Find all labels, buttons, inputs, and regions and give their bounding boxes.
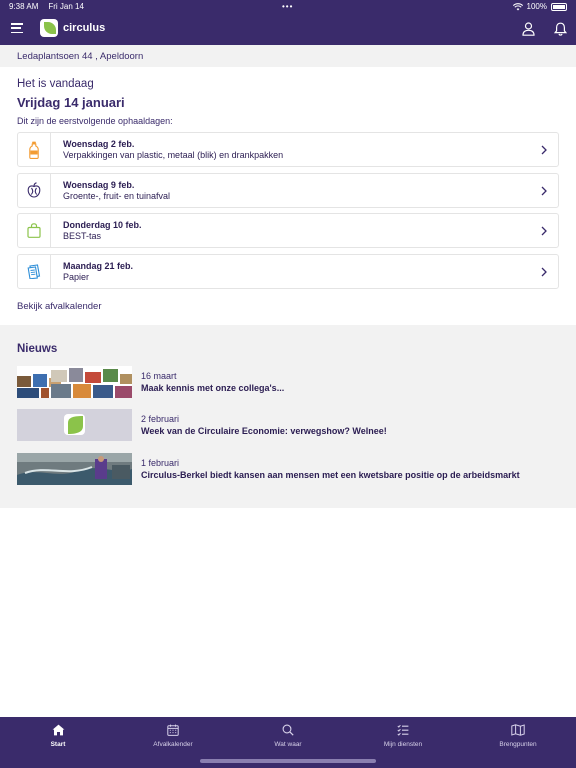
- pickup-card[interactable]: Woensdag 2 feb. Verpakkingen van plastic…: [17, 132, 559, 167]
- chevron-right-icon: [541, 267, 547, 276]
- map-icon: [511, 724, 525, 736]
- tab-start[interactable]: Start: [8, 724, 108, 748]
- battery-icon: [551, 2, 567, 11]
- calendar-icon: [167, 724, 179, 736]
- chevron-right-icon: [541, 145, 547, 155]
- wifi-icon: [512, 2, 523, 10]
- tab-label: Mijn diensten: [383, 741, 423, 748]
- news-item[interactable]: 1 februari Circulus-Berkel biedt kansen …: [17, 453, 557, 485]
- leaf-logo-icon: [40, 19, 58, 37]
- news-date: 1 februari: [141, 458, 180, 468]
- pickup-card[interactable]: Donderdag 10 feb. BEST-tas: [17, 213, 559, 248]
- home-icon: [52, 724, 64, 736]
- news-title: Nieuws: [17, 343, 58, 355]
- next-pickups-label: Dit zijn de eerstvolgende ophaaldagen:: [17, 116, 173, 126]
- tab-label: Afvalkalender: [153, 741, 193, 748]
- pickup-date: Woensdag 2 feb.: [63, 139, 135, 149]
- news-date: 2 februari: [141, 414, 180, 424]
- tab-afvalkalender[interactable]: Afvalkalender: [123, 724, 223, 748]
- status-bar: 9:38 AM Fri Jan 14 ••• 100%: [0, 0, 576, 13]
- apple-core-icon: [27, 182, 41, 198]
- news-thumbnail-workshop: [17, 453, 132, 485]
- checklist-icon: [397, 724, 409, 736]
- news-headline: Week van de Circulaire Economie: verwegs…: [141, 426, 387, 436]
- search-icon: [282, 724, 294, 736]
- news-headline: Maak kennis met onze collega's...: [141, 383, 285, 393]
- battery-percent: 100%: [526, 2, 547, 11]
- news-thumbnail-collage: [17, 366, 132, 398]
- pickup-card[interactable]: Maandag 21 feb. Papier: [17, 253, 559, 289]
- pickup-date: Maandag 21 feb.: [63, 260, 134, 271]
- news-date: 16 maart: [141, 371, 177, 381]
- paper-icon: [27, 263, 41, 279]
- pickup-type: Verpakkingen van plastic, metaal (blik) …: [63, 150, 284, 160]
- view-calendar-link[interactable]: Bekijk afvalkalender: [17, 301, 102, 312]
- news-headline: Circulus-Berkel biedt kansen aan mensen …: [141, 470, 520, 480]
- home-indicator[interactable]: [200, 759, 376, 763]
- pickup-type: BEST-tas: [63, 231, 102, 241]
- today-label: Het is vandaag: [17, 78, 94, 90]
- news-item[interactable]: 2 februari Week van de Circulaire Econom…: [17, 409, 557, 441]
- news-item[interactable]: 16 maart Maak kennis met onze collega's.…: [17, 366, 557, 398]
- pickup-date: Woensdag 9 feb.: [63, 179, 135, 190]
- news-section: Nieuws 16 maart Maak kennis met onze col…: [0, 325, 576, 508]
- circulus-logo: circulus: [40, 19, 105, 37]
- bell-icon[interactable]: [554, 22, 567, 36]
- logo-text: circulus: [63, 22, 106, 34]
- tab-label: Brengpunten: [499, 741, 537, 748]
- bag-icon: [27, 223, 41, 238]
- pickup-card[interactable]: Woensdag 9 feb. Groente-, fruit- en tuin…: [17, 172, 559, 208]
- address-bar[interactable]: Ledaplantsoen 44 , Apeldoorn: [0, 45, 576, 67]
- top-navbar: circulus: [0, 13, 576, 45]
- tab-wat-waar[interactable]: Wat waar: [238, 724, 338, 748]
- pickup-list: Woensdag 2 feb. Verpakkingen van plastic…: [17, 132, 559, 294]
- status-time: 9:38 AM: [9, 2, 39, 11]
- chevron-right-icon: [541, 186, 547, 195]
- address-text: Ledaplantsoen 44 , Apeldoorn: [17, 51, 144, 62]
- multitasking-dots[interactable]: •••: [282, 2, 293, 11]
- bottle-icon: [29, 141, 39, 159]
- tab-mijn-diensten[interactable]: Mijn diensten: [353, 724, 453, 748]
- tab-label: Wat waar: [274, 741, 302, 748]
- tab-label: Start: [50, 741, 66, 748]
- tab-brengpunten[interactable]: Brengpunten: [468, 724, 568, 748]
- today-date: Vrijdag 14 januari: [17, 95, 125, 110]
- status-date: Fri Jan 14: [48, 2, 84, 11]
- pickup-type: Groente-, fruit- en tuinafval: [63, 190, 171, 201]
- user-icon[interactable]: [522, 22, 535, 36]
- chevron-right-icon: [541, 226, 547, 236]
- pickup-type: Papier: [63, 271, 90, 282]
- news-thumbnail-logo: [17, 409, 132, 441]
- menu-icon[interactable]: [11, 23, 23, 34]
- pickup-date: Donderdag 10 feb.: [63, 220, 142, 230]
